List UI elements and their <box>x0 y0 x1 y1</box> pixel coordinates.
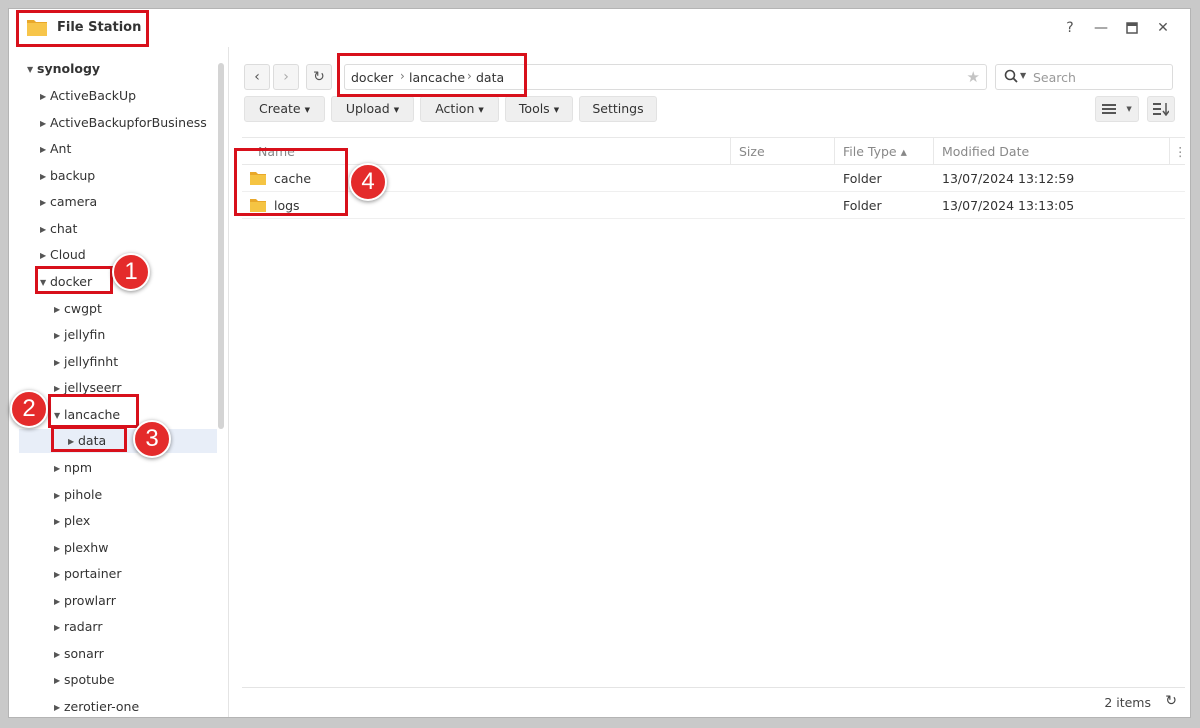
file-type: Folder <box>843 198 882 213</box>
dropdown-caret-icon: ▼ <box>553 105 560 114</box>
search-input[interactable]: Search <box>1033 70 1076 85</box>
annotation-badge-2: 2 <box>10 390 48 428</box>
settings-button[interactable]: Settings <box>579 96 657 122</box>
search-options-caret-icon[interactable]: ▼ <box>1020 71 1026 80</box>
sort-icon <box>1153 102 1170 116</box>
caret-right-icon[interactable]: ▶ <box>54 324 64 348</box>
modified-date: 13/07/2024 13:12:59 <box>942 171 1075 186</box>
tree-item-zerotier-one[interactable]: ▶ zerotier-one <box>54 695 139 718</box>
caret-right-icon[interactable]: ▶ <box>40 218 50 242</box>
dropdown-caret-icon: ▼ <box>304 105 310 114</box>
caret-right-icon[interactable]: ▶ <box>54 457 64 481</box>
sort-button[interactable] <box>1147 96 1175 122</box>
help-icon[interactable]: ? <box>1061 19 1079 37</box>
dropdown-caret-icon: ▼ <box>393 105 400 114</box>
caret-right-icon[interactable]: ▶ <box>40 191 50 215</box>
caret-right-icon[interactable]: ▶ <box>54 590 64 614</box>
tree-item-cwgpt[interactable]: ▶ cwgpt <box>54 297 102 321</box>
annotation-box-data <box>51 426 127 452</box>
upload-button[interactable]: Upload ▼ <box>331 96 414 122</box>
caret-right-icon[interactable]: ▶ <box>40 112 50 136</box>
annotation-box-breadcrumb <box>337 53 527 97</box>
caret-right-icon[interactable]: ▶ <box>54 510 64 534</box>
maximize-icon[interactable] <box>1123 19 1141 37</box>
file-list-header: Name Size File Type ▴ Modified Date ⋮ <box>242 137 1187 165</box>
tree-root-synology[interactable]: ▼ synology <box>27 57 100 81</box>
tree-item-activebackup[interactable]: ▶ ActiveBackUp <box>40 84 136 108</box>
tree-item-radarr[interactable]: ▶ radarr <box>54 615 102 639</box>
footer-refresh-icon[interactable]: ↻ <box>1165 693 1177 709</box>
list-view-icon <box>1102 104 1117 114</box>
caret-down-icon[interactable]: ▼ <box>27 58 37 82</box>
column-size[interactable]: Size <box>730 138 834 165</box>
folder-tree-sidebar: ▼ synology ▶ ActiveBackUp ▶ ActiveBackupfor… <box>9 47 229 718</box>
tree-item-pihole[interactable]: ▶ pihole <box>54 483 102 507</box>
title-bar: File Station ? — ✕ <box>9 9 1190 47</box>
table-row[interactable]: logs Folder 13/07/2024 13:13:05 <box>242 192 1185 219</box>
column-modified-date[interactable]: Modified Date <box>933 138 1169 165</box>
tree-item-jellyfin[interactable]: ▶ jellyfin <box>54 323 105 347</box>
caret-right-icon[interactable]: ▶ <box>54 643 64 667</box>
tree-item-activebackupforbusiness[interactable]: ▶ ActiveBackupforBusiness <box>40 111 207 135</box>
tree-item-spotube[interactable]: ▶ spotube <box>54 668 115 692</box>
annotation-badge-4: 4 <box>349 163 387 201</box>
tree-item-jellyfinht[interactable]: ▶ jellyfinht <box>54 350 118 374</box>
tree-item-chat[interactable]: ▶ chat <box>40 217 77 241</box>
annotation-badge-1: 1 <box>112 253 150 291</box>
annotation-box-docker <box>35 266 113 294</box>
file-station-window: File Station ? — ✕ ▼ synology ▶ ActiveBack… <box>8 8 1191 718</box>
caret-right-icon[interactable]: ▶ <box>54 484 64 508</box>
refresh-button[interactable]: ↻ <box>306 64 332 90</box>
forward-button[interactable]: › <box>273 64 299 90</box>
column-file-type[interactable]: File Type ▴ <box>834 138 933 165</box>
view-mode-button[interactable]: ▼ <box>1095 96 1139 122</box>
caret-right-icon[interactable]: ▶ <box>54 298 64 322</box>
tree-item-ant[interactable]: ▶ Ant <box>40 137 71 161</box>
annotation-box-folders <box>234 148 348 216</box>
caret-right-icon[interactable]: ▶ <box>54 351 64 375</box>
caret-right-icon[interactable]: ▶ <box>40 138 50 162</box>
caret-right-icon[interactable]: ▶ <box>54 537 64 561</box>
search-icon <box>1004 69 1018 83</box>
caret-right-icon[interactable]: ▶ <box>54 563 64 587</box>
caret-right-icon[interactable]: ▶ <box>54 616 64 640</box>
column-options-icon[interactable]: ⋮ <box>1169 138 1187 165</box>
tree-item-camera[interactable]: ▶ camera <box>40 190 97 214</box>
caret-right-icon[interactable]: ▶ <box>54 696 64 718</box>
file-type: Folder <box>843 171 882 186</box>
tree-item-npm[interactable]: ▶ npm <box>54 456 92 480</box>
favorite-star-icon[interactable]: ★ <box>967 68 980 86</box>
search-box[interactable]: ▼ Search <box>995 64 1173 90</box>
tools-button[interactable]: Tools ▼ <box>505 96 573 122</box>
tree-item-cloud[interactable]: ▶ Cloud <box>40 243 86 267</box>
status-footer: 2 items ↻ <box>242 687 1185 717</box>
tree-item-plexhw[interactable]: ▶ plexhw <box>54 536 108 560</box>
tree-item-backup[interactable]: ▶ backup <box>40 164 95 188</box>
tree-item-portainer[interactable]: ▶ portainer <box>54 562 122 586</box>
annotation-box-lancache <box>48 394 139 428</box>
tree-item-prowlarr[interactable]: ▶ prowlarr <box>54 589 116 613</box>
dropdown-caret-icon: ▼ <box>478 105 484 114</box>
action-button[interactable]: Action ▼ <box>420 96 499 122</box>
back-button[interactable]: ‹ <box>244 64 270 90</box>
caret-right-icon[interactable]: ▶ <box>40 165 50 189</box>
close-icon[interactable]: ✕ <box>1154 19 1172 37</box>
tree-item-sonarr[interactable]: ▶ sonarr <box>54 642 104 666</box>
annotation-box-title <box>16 10 149 47</box>
modified-date: 13/07/2024 13:13:05 <box>942 198 1075 213</box>
minimize-icon[interactable]: — <box>1092 19 1110 37</box>
caret-right-icon[interactable]: ▶ <box>40 244 50 268</box>
item-count: 2 items <box>1104 695 1151 710</box>
dropdown-caret-icon: ▼ <box>1126 105 1132 113</box>
tree-item-plex[interactable]: ▶ plex <box>54 509 90 533</box>
create-button[interactable]: Create ▼ <box>244 96 325 122</box>
sidebar-scrollbar[interactable] <box>218 63 224 429</box>
main-pane: ‹ › ↻ docker › lancache › data ★ ▼ Searc… <box>230 47 1190 717</box>
caret-right-icon[interactable]: ▶ <box>40 85 50 109</box>
annotation-badge-3: 3 <box>133 420 171 458</box>
caret-right-icon[interactable]: ▶ <box>54 669 64 693</box>
